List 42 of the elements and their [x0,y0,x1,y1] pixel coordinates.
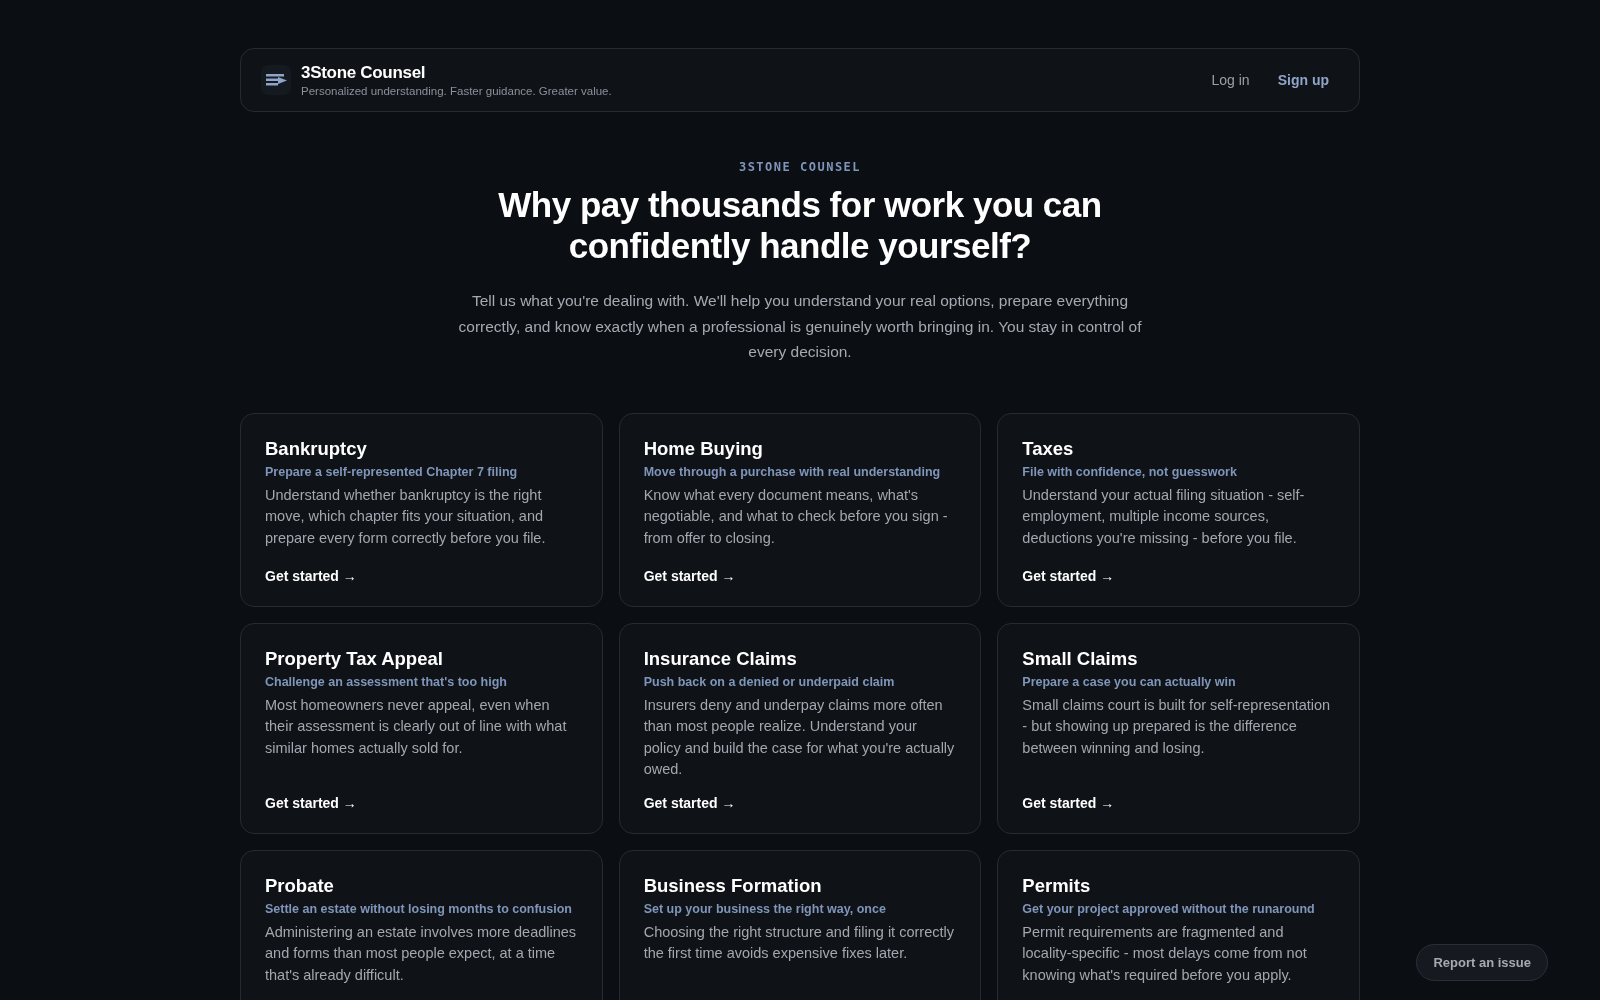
card-subtitle: Move through a purchase with real understanding [643,464,942,479]
card-subtitle: Set up your business the right way, once [643,901,887,916]
get-started-link[interactable]: Get started → [265,567,357,584]
card-title: Business Formation [643,874,823,897]
card-title: Taxes [1022,437,1075,460]
get-started-link[interactable]: Get started → [1022,794,1115,811]
hero-heading: Why pay thousands for work you can confidently handle yourself? [497,184,1103,266]
card-subtitle: Challenge an assessment that's too high [265,674,508,689]
card-description: Understand your actual filing situation - self-employment, multiple income sources, deductions you're missing - before you file. [1022,485,1306,548]
card-description: Insurers deny and underpay claims more often than most people realize. Understand your policy and build the case for what you're actually owed. [643,695,956,779]
card-subtitle: Get your project approved without the runaround [1022,901,1316,916]
card-description: Understand whether bankruptcy is the right move, which chapter fits your situation, and prepare every form correctly before you file. [265,485,547,548]
card-title: Permits [1022,874,1092,897]
hero-description: Tell us what you're dealing with. We'll help you understand your real options, prepare everything correctly, and know exactly when a professional is genuinely worth bringing in. You stay in control of every decision. [457,291,1143,362]
card-subtitle: Prepare a self-represented Chapter 7 filing [265,464,519,479]
tagline: Personalized understanding. Faster guidance. Greater value. [301,85,612,97]
card-description: Choosing the right structure and filing it correctly the first time avoids expensive fixes later. [643,922,955,963]
card-description: Most homeowners never appeal, even when their assessment is clearly out of line with what similar homes actually sold for. [265,695,568,758]
card-description: Small claims court is built for self-representation - but showing up prepared is the difference between winning and losing. [1022,695,1332,758]
card-title: Probate [265,874,335,897]
get-started-link[interactable]: Get started → [265,794,357,811]
card-description: Permit requirements are fragmented and locality-specific - most delays come from not knowing what's required before you apply. [1022,922,1308,985]
card-title: Insurance Claims [643,647,798,670]
report-issue-button[interactable]: Report an issue [1416,944,1548,981]
card-description: Know what every document means, what's negotiable, and what to check before you sign - from offer to closing. [643,485,949,548]
card-subtitle: Prepare a case you can actually win [1022,674,1237,689]
card-subtitle: File with confidence, not guesswork [1022,464,1238,479]
card-title: Property Tax Appeal [265,647,444,670]
brand-name: 3Stone Counsel [301,63,427,83]
get-started-link[interactable]: Get started → [643,567,736,584]
card-title: Home Buying [643,437,764,460]
card-subtitle: Push back on a denied or underpaid claim [643,674,896,689]
card-description: Administering an estate involves more deadlines and forms than most people expect, at a time that's already difficult. [265,922,578,985]
card-title: Small Claims [1022,647,1139,670]
get-started-link[interactable]: Get started → [1022,567,1115,584]
login-link[interactable]: Log in [1211,72,1250,88]
card-subtitle: Settle an estate without losing months to confusion [265,901,573,916]
card-title: Bankruptcy [265,437,368,460]
eyebrow-label: 3STONE COUNSEL [737,160,863,174]
logo-icon [261,65,291,95]
get-started-link[interactable]: Get started → [643,794,736,811]
signup-link[interactable]: Sign up [1277,72,1329,88]
